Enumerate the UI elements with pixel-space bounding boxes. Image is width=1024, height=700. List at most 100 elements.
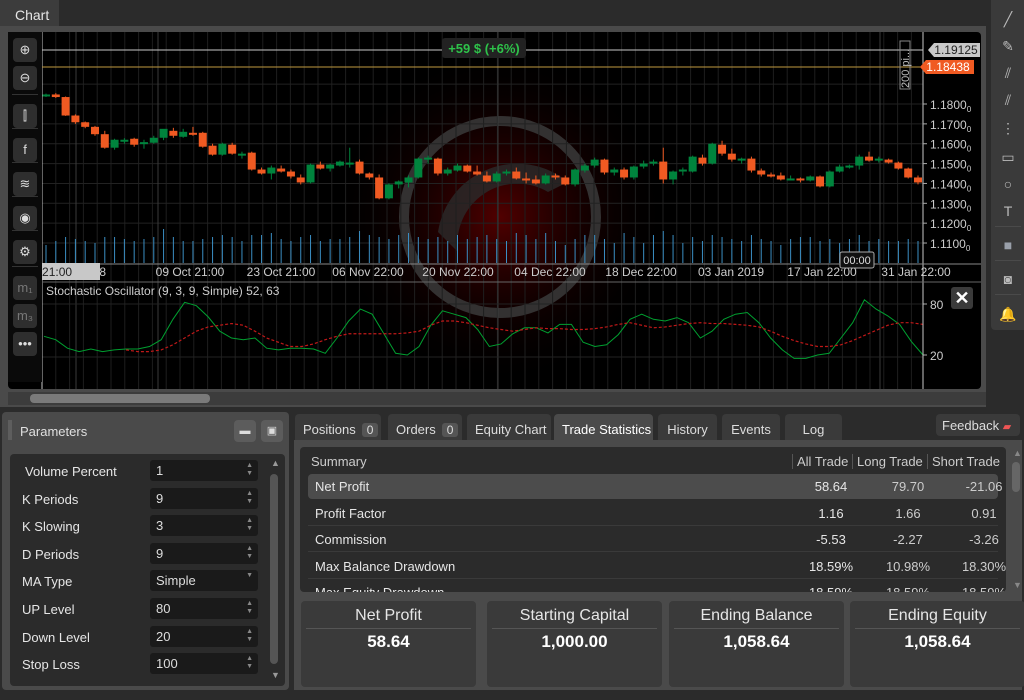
candle-body xyxy=(375,177,384,199)
chart-area[interactable]: 80 20 1.18000 1.17000 1.16000 1.15000 1.14000… xyxy=(8,32,981,389)
tab-chart[interactable]: Chart xyxy=(0,0,59,27)
timeframe-m3-icon: m₃ xyxy=(16,308,34,323)
row-label: Commission xyxy=(315,532,387,547)
spinner-icon[interactable]: ▲ ▼ xyxy=(246,490,253,506)
candle-body xyxy=(345,162,354,165)
parameter-input[interactable]: 20 ▲ ▼ xyxy=(150,625,258,647)
tab-orders[interactable]: Orders 0 xyxy=(388,414,462,441)
tab-history[interactable]: History xyxy=(658,414,717,441)
scrollbar-thumb[interactable] xyxy=(30,394,210,403)
candle-body xyxy=(100,134,109,148)
column-header[interactable]: All Trade xyxy=(792,454,852,469)
rectangle-tool[interactable]: ▭ xyxy=(997,146,1019,168)
spinner-icon[interactable]: ▲ ▼ xyxy=(246,517,253,533)
chevron-down-icon[interactable]: ▼ xyxy=(246,572,253,580)
table-row[interactable]: Commission -5.53 -2.27 -3.26 xyxy=(308,527,999,552)
short-trade-value: 18.30% xyxy=(961,558,1006,574)
zoom-in-button[interactable]: ⊕ xyxy=(13,38,37,62)
camera-tool[interactable]: ◙ xyxy=(997,268,1019,290)
parameter-label: K Periods xyxy=(22,491,79,507)
price-chart[interactable]: 80 20 1.18000 1.17000 1.16000 1.15000 1.14000… xyxy=(8,32,981,389)
horizontal-scrollbar[interactable] xyxy=(8,392,986,405)
tab-events[interactable]: Events xyxy=(722,414,780,441)
tab-positions[interactable]: Positions 0 xyxy=(295,414,381,441)
pencil-tool[interactable]: ✎ xyxy=(997,35,1019,57)
tab-trade-statistics[interactable]: Trade Statistics xyxy=(554,414,653,441)
oscillator-level-label: 20 xyxy=(930,349,944,363)
spinner-icon[interactable]: ▲ ▼ xyxy=(246,655,253,671)
candle-body xyxy=(228,144,237,154)
scroll-down-icon[interactable]: ▼ xyxy=(271,670,280,680)
tab-equity-chart[interactable]: Equity Chart xyxy=(467,414,551,441)
color-swatch-tool[interactable]: ■ xyxy=(997,234,1019,256)
scroll-up-icon[interactable]: ▲ xyxy=(271,458,280,468)
parameters-scrollbar[interactable] xyxy=(270,474,278,664)
pitchfork-tool[interactable]: ⫽ xyxy=(997,89,1019,111)
candles-icon: ⫿ xyxy=(22,108,28,123)
parameter-input[interactable]: 9 ▲ ▼ xyxy=(150,487,258,509)
save-parameters-button[interactable]: ▣ xyxy=(261,420,283,442)
line-tool-tool[interactable]: ╱ xyxy=(997,8,1019,30)
candle-body xyxy=(816,176,825,187)
column-header[interactable]: Summary xyxy=(311,454,367,469)
parameter-input[interactable]: 80 ▲ ▼ xyxy=(150,598,258,619)
candle-body xyxy=(42,94,50,97)
parameter-input[interactable]: 100 ▲ ▼ xyxy=(150,653,258,675)
timeframe-m3-button[interactable]: m₃ xyxy=(13,304,37,328)
candle-body xyxy=(531,179,540,184)
close-icon[interactable]: ✕ xyxy=(954,288,969,308)
toolbar-separator xyxy=(12,266,38,267)
layers-button[interactable]: ≋ xyxy=(13,172,37,196)
candle-body xyxy=(90,126,99,135)
pitchfork-icon: ⫽ xyxy=(1004,92,1012,108)
candles-button[interactable]: ⫿ xyxy=(13,104,37,128)
table-row[interactable]: Max Balance Drawdown 18.59% 10.98% 18.30… xyxy=(308,554,1006,579)
facebook-button[interactable]: f xyxy=(13,138,37,162)
parameter-input[interactable]: 1 ▲ ▼ xyxy=(150,460,258,481)
spinner-icon[interactable]: ▲ ▼ xyxy=(246,600,253,616)
text-tool[interactable]: T xyxy=(997,200,1019,222)
candle-body xyxy=(71,115,80,123)
fibonacci-extension-tool[interactable]: ⫽ xyxy=(997,62,1019,84)
candle-body xyxy=(708,143,717,164)
parameter-select[interactable]: Simple ▼ xyxy=(150,570,258,592)
card-title: Ending Balance xyxy=(700,607,813,624)
open-parameters-button[interactable]: ▬ xyxy=(234,420,256,442)
bell-tool[interactable]: 🔔 xyxy=(997,303,1019,325)
more-button[interactable]: ••• xyxy=(13,332,37,356)
candle-body xyxy=(335,161,344,166)
candle-body xyxy=(198,132,207,147)
candle-body xyxy=(51,94,60,98)
parameter-label: Down Level xyxy=(22,629,90,645)
table-row[interactable]: Max Equity Drawdown 18.59% 18.59% 18.59% xyxy=(308,580,1006,592)
short-trade-value: -3.26 xyxy=(969,532,999,547)
card-title: Starting Capital xyxy=(519,607,630,624)
stats-scroll-down-icon[interactable]: ▼ xyxy=(1013,580,1022,590)
parameter-input[interactable]: 3 ▲ ▼ xyxy=(150,515,258,537)
column-header[interactable]: Long Trade xyxy=(852,454,927,469)
column-header[interactable]: Short Trade xyxy=(927,454,1004,469)
table-row[interactable]: Profit Factor 1.16 1.66 0.91 xyxy=(308,501,998,526)
ellipse-tool[interactable]: ○ xyxy=(997,173,1019,195)
candle-body xyxy=(806,176,815,181)
fibonacci-retracement-tool[interactable]: ⋮ xyxy=(997,117,1019,139)
eye-button[interactable]: ◉ xyxy=(13,206,37,230)
timeframe-m1-button[interactable]: m₁ xyxy=(13,276,37,300)
table-row[interactable]: Net Profit 58.64 79.70 -21.06 xyxy=(308,474,1002,499)
parameter-input[interactable]: 9 ▲ ▼ xyxy=(150,542,258,564)
stats-scrollbar[interactable] xyxy=(1012,462,1020,492)
candle-body xyxy=(825,171,834,187)
spinner-icon[interactable]: ▲ ▼ xyxy=(246,462,253,478)
feedback-button[interactable]: Feedback ▰ xyxy=(936,414,1020,436)
drag-handle[interactable] xyxy=(8,420,12,440)
spinner-icon[interactable]: ▲ ▼ xyxy=(246,628,253,644)
stats-scroll-up-icon[interactable]: ▲ xyxy=(1013,448,1022,458)
candle-body xyxy=(316,164,325,169)
spinner-icon[interactable]: ▲ ▼ xyxy=(246,545,253,561)
candle-body xyxy=(110,139,119,148)
parameter-label: Stop Loss xyxy=(22,657,80,673)
zoom-out-button[interactable]: ⊖ xyxy=(13,66,37,90)
chart-settings-button[interactable]: ⚙ xyxy=(13,240,37,264)
tab-log[interactable]: Log xyxy=(785,414,842,441)
eye-icon: ◉ xyxy=(19,210,31,225)
